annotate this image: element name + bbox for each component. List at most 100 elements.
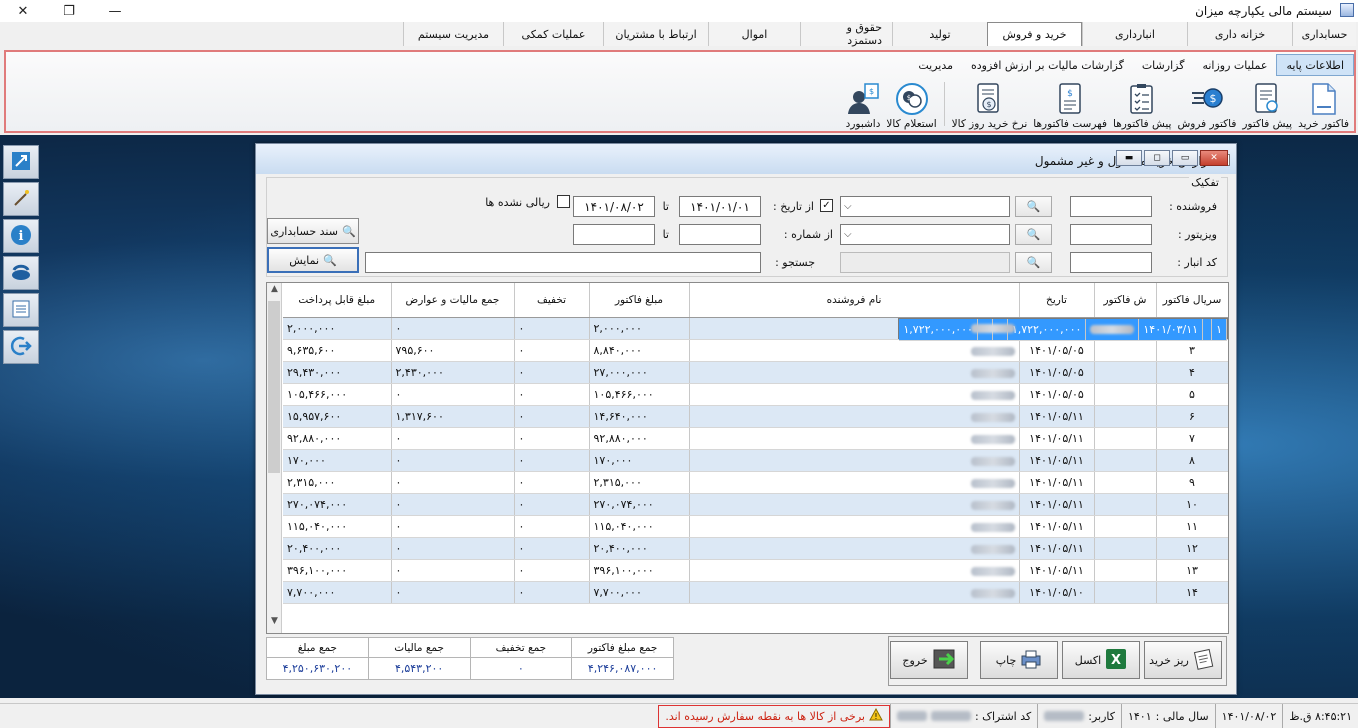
search-icon: 🔍 xyxy=(323,253,337,267)
menu-tab-2[interactable]: انبارداری xyxy=(1082,22,1187,46)
ribbon-subtab-1[interactable]: عملیات روزانه xyxy=(1193,54,1276,76)
table-row[interactable]: ۷ ۱۴۰۱/۰۵/۱۱ ۹۲,۸۸۰,۰۰۰ ۰ ۰ ۹۲,۸۸۰,۰۰۰ xyxy=(283,427,1228,450)
warehouse-search-button[interactable]: 🔍 xyxy=(1015,252,1052,273)
table-row[interactable]: ۱۲ ۱۴۰۱/۰۵/۱۱ ۲۰,۴۰۰,۰۰۰ ۰ ۰ ۲۰,۴۰۰,۰۰۰ xyxy=(283,537,1228,560)
chevron-down-icon: ⌵ xyxy=(844,229,852,240)
dashboard-button[interactable]: $ داشبورد xyxy=(843,78,884,130)
info-button[interactable]: i xyxy=(3,219,39,253)
minimize-child-button[interactable]: ▬ xyxy=(1116,150,1142,166)
accounting-document-button[interactable]: 🔍 سند حسابداری xyxy=(267,218,359,244)
logout-button[interactable] xyxy=(3,330,39,364)
visitor-code-input[interactable] xyxy=(1070,224,1152,245)
table-cell: ۱۲ xyxy=(1156,537,1228,560)
menu-tab-3[interactable]: خرید و فروش xyxy=(987,22,1082,46)
to-date-input[interactable]: ۱۴۰۱/۰۸/۰۲ xyxy=(573,196,655,217)
product-inquiry-button[interactable]: $ استعلام کالا xyxy=(883,78,939,130)
menu-tab-6[interactable]: اموال xyxy=(708,22,800,46)
from-number-input[interactable] xyxy=(679,224,761,245)
restore-window-button[interactable]: ❐ xyxy=(46,0,92,22)
seller-search-button[interactable]: 🔍 xyxy=(1015,196,1052,217)
menu-tab-0[interactable]: حسابداری xyxy=(1292,22,1356,46)
table-row[interactable]: ۸ ۱۴۰۱/۰۵/۱۱ ۱۷۰,۰۰۰ ۰ ۰ ۱۷۰,۰۰۰ xyxy=(283,449,1228,472)
show-button[interactable]: 🔍 نمایش xyxy=(267,247,359,273)
scroll-thumb[interactable] xyxy=(268,301,280,473)
table-row[interactable]: ۱۴ ۱۴۰۱/۰۵/۱۰ ۷,۷۰۰,۰۰۰ ۰ ۰ ۷,۷۰۰,۰۰۰ xyxy=(283,581,1228,604)
column-header[interactable]: سریال فاکتور xyxy=(1156,283,1228,318)
table-cell: ۲,۰۰۰,۰۰۰ xyxy=(283,317,392,340)
column-header[interactable]: مبلغ فاکتور xyxy=(589,283,690,318)
table-cell: ۱۴۰۱/۰۵/۱۱ xyxy=(1019,515,1095,538)
seller-select[interactable]: ⌵ xyxy=(840,196,1010,217)
purchase-detail-button[interactable]: ریز خرید xyxy=(1144,641,1222,679)
ribbon-subtab-0[interactable]: اطلاعات پایه xyxy=(1276,54,1354,76)
column-header[interactable]: تخفیف xyxy=(514,283,590,318)
menu-tab-9[interactable]: مدیریت سیستم xyxy=(403,22,503,46)
table-cell: ۱۴۰۱/۰۵/۰۵ xyxy=(1019,383,1095,406)
invoice-list-button[interactable]: $ فهرست فاکتورها xyxy=(1030,78,1110,130)
table-cell: ۱۴۰۱/۰۳/۱۱ xyxy=(1138,318,1204,341)
daily-price-button[interactable]: $ نرخ خرید روز کالا xyxy=(949,78,1031,130)
menu-tab-4[interactable]: تولید xyxy=(892,22,987,46)
ribbon-subtab-4[interactable]: مدیریت xyxy=(909,54,962,76)
wand-tool-button[interactable] xyxy=(3,182,39,216)
close-window-button[interactable]: ✕ xyxy=(0,0,46,22)
contacts-button[interactable] xyxy=(3,256,39,290)
from-date-input[interactable]: ۱۴۰۱/۰۱/۰۱ xyxy=(679,196,761,217)
visitor-select[interactable]: ⌵ xyxy=(840,224,1010,245)
table-cell: ۰ xyxy=(391,471,515,494)
menu-tab-7[interactable]: ارتباط با مشتریان xyxy=(603,22,708,46)
table-row[interactable]: ۵ ۱۴۰۱/۰۵/۰۵ ۱۰۵,۴۶۶,۰۰۰ ۰ ۰ ۱۰۵,۴۶۶,۰۰۰ xyxy=(283,383,1228,406)
sales-invoice-button[interactable]: $ فاکتور فروش xyxy=(1174,78,1239,130)
proforma-list-button[interactable]: پیش فاکتورها xyxy=(1110,78,1174,130)
restore-child-button[interactable]: ▭ xyxy=(1172,150,1198,166)
date-filter-checkbox[interactable]: ✓ xyxy=(820,199,833,212)
reorder-warning[interactable]: ! برخی از کالا ها به نقطه سفارش رسیده ان… xyxy=(658,704,890,728)
scroll-up-icon[interactable]: ▲ xyxy=(267,284,282,300)
table-row[interactable]: ۹ ۱۴۰۱/۰۵/۱۱ ۲,۳۱۵,۰۰۰ ۰ ۰ ۲,۳۱۵,۰۰۰ xyxy=(283,471,1228,494)
grid-scrollbar[interactable]: ▲ ▼ xyxy=(267,283,282,633)
resize-tool-button[interactable] xyxy=(3,145,39,179)
notes-button[interactable] xyxy=(3,293,39,327)
column-header[interactable]: تاریخ xyxy=(1019,283,1095,318)
scroll-down-icon[interactable]: ▼ xyxy=(267,616,282,632)
non-rial-checkbox[interactable] xyxy=(557,195,570,208)
ribbon-subtab-3[interactable]: گزارشات مالیات بر ارزش افزوده xyxy=(962,54,1133,76)
table-cell: ۱۳ xyxy=(1156,559,1228,582)
warehouse-code-input[interactable] xyxy=(1070,252,1152,273)
svg-text:$: $ xyxy=(1209,92,1216,105)
table-row[interactable]: ۱۳ ۱۴۰۱/۰۵/۱۱ ۳۹۶,۱۰۰,۰۰۰ ۰ ۰ ۳۹۶,۱۰۰,۰۰۰ xyxy=(283,559,1228,582)
menu-tab-5[interactable]: حقوق و دستمزد xyxy=(800,21,892,47)
visitor-search-button[interactable]: 🔍 xyxy=(1015,224,1052,245)
excel-button[interactable]: X اکسل xyxy=(1062,641,1140,679)
table-row[interactable]: ۴ ۱۴۰۱/۰۵/۰۵ ۲۷,۰۰۰,۰۰۰ ۰ ۲,۴۳۰,۰۰۰ ۲۹,۴۳۰,۰۰… xyxy=(283,361,1228,384)
column-header[interactable]: نام فروشنده xyxy=(689,283,1020,318)
to-number-input[interactable] xyxy=(573,224,655,245)
column-header[interactable]: جمع مالیات و عوارض xyxy=(391,283,515,318)
print-button[interactable]: چاپ xyxy=(980,641,1058,679)
seller-code-input[interactable] xyxy=(1070,196,1152,217)
exit-button[interactable]: خروج xyxy=(890,641,968,679)
table-row[interactable]: ۶ ۱۴۰۱/۰۵/۱۱ ۱۴,۶۴۰,۰۰۰ ۰ ۱,۳۱۷,۶۰۰ ۱۵,۹۵۷,۶۰… xyxy=(283,405,1228,428)
maximize-child-button[interactable]: ◻ xyxy=(1144,150,1170,166)
proforma-button[interactable]: پیش فاکتور xyxy=(1239,78,1295,130)
column-header[interactable]: مبلغ قابل پرداخت xyxy=(283,283,392,318)
menu-tab-1[interactable]: خزانه داری xyxy=(1187,22,1292,46)
warehouse-name-field xyxy=(840,252,1010,273)
table-row[interactable]: ۱۱۴۰۱/۰۳/۱۱۱,۷۲۲,۰۰۰,۰۰۰۰۰۱,۷۲۲,۰۰۰,۰۰۰ xyxy=(898,317,1228,341)
report-grid: ▲ ▼ سریال فاکتور ش فاکتور تاریخ نام فروشنده… xyxy=(266,282,1229,634)
table-cell: ۲,۳۱۵,۰۰۰ xyxy=(283,471,392,494)
ribbon-subtab-2[interactable]: گزارشات xyxy=(1133,54,1194,76)
table-cell: ۰ xyxy=(514,493,590,516)
table-row[interactable]: ۳ ۱۴۰۱/۰۵/۰۵ ۸,۸۴۰,۰۰۰ ۰ ۷۹۵,۶۰۰ ۹,۶۳۵,۶۰۰ xyxy=(283,339,1228,362)
column-header[interactable]: ش فاکتور xyxy=(1094,283,1157,318)
search-input[interactable] xyxy=(365,252,761,273)
status-time: ۸:۴۵:۲۱ ق.ظ xyxy=(1282,703,1358,728)
table-cell: ۰ xyxy=(391,493,515,516)
menu-tab-8[interactable]: عملیات کمکی xyxy=(503,22,603,46)
minimize-window-button[interactable]: — xyxy=(92,0,138,22)
close-child-button[interactable]: ✕ xyxy=(1200,150,1228,166)
svg-text:$: $ xyxy=(987,100,992,109)
table-row[interactable]: ۱۱ ۱۴۰۱/۰۵/۱۱ ۱۱۵,۰۴۰,۰۰۰ ۰ ۰ ۱۱۵,۰۴۰,۰۰۰ xyxy=(283,515,1228,538)
table-row[interactable]: ۱۰ ۱۴۰۱/۰۵/۱۱ ۲۷۰,۰۷۴,۰۰۰ ۰ ۰ ۲۷۰,۰۷۴,۰۰۰ xyxy=(283,493,1228,516)
purchase-invoice-button[interactable]: فاکتور خرید xyxy=(1295,78,1352,130)
